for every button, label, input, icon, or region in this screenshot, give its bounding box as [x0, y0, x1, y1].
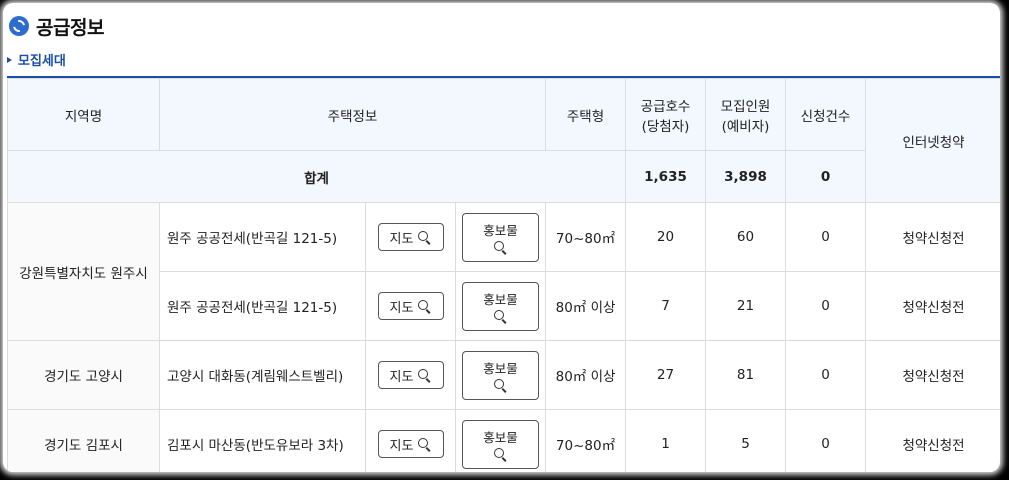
- address-cell: 김포시 마산동(반도유보라 3차): [159, 409, 366, 472]
- promo-button[interactable]: 홍보물: [462, 350, 539, 400]
- map-button-label: 지도: [389, 369, 414, 385]
- col-housing-info: 주택정보: [158, 78, 547, 151]
- sum-recruit: 3,898: [705, 150, 787, 203]
- map-button[interactable]: 지도: [377, 292, 444, 320]
- promo-cell: 홍보물: [454, 409, 547, 472]
- col-applications: 신청건수: [785, 78, 867, 151]
- sum-row: 합계 1,635 3,898 0: [6, 150, 1001, 203]
- map-button[interactable]: 지도: [377, 361, 444, 389]
- table-row: 강원특별자치도 원주시 원주 공공전세(반곡길 121-5) 지도 홍보물 70…: [7, 202, 1000, 341]
- applications-cell: 0: [785, 271, 867, 341]
- applications-cell: 0: [785, 340, 867, 410]
- address-cell: 원주 공공전세(반곡길 121-5): [159, 271, 366, 341]
- promo-button[interactable]: 홍보물: [462, 212, 539, 262]
- map-button[interactable]: 지도: [377, 430, 444, 458]
- page-header: 공급정보: [9, 11, 104, 41]
- map-button-label: 지도: [389, 300, 414, 316]
- table-row: 경기도 고양시 고양시 대화동(계림웨스트벨리) 지도 홍보물 80㎡ 이상 2…: [7, 340, 1000, 410]
- promo-button-label: 홍보물: [483, 360, 518, 376]
- supply-cell: 27: [625, 340, 707, 410]
- col-supply-units: 공급호수 (당첨자): [625, 78, 707, 151]
- type-cell: 70~80㎡: [545, 409, 627, 472]
- sum-supply-units: 1,635: [625, 150, 707, 203]
- promo-button-label: 홍보물: [483, 429, 518, 445]
- apply-status[interactable]: 청약신청전: [865, 271, 1000, 341]
- recruit-cell: 5: [705, 409, 787, 472]
- promo-button-label: 홍보물: [483, 222, 518, 238]
- col-recruit: 모집인원 (예비자): [705, 78, 787, 151]
- table-row: 경기도 김포시 김포시 마산동(반도유보라 3차) 지도 홍보물 70~80㎡ …: [7, 409, 1000, 472]
- col-internet: 인터넷청약: [865, 78, 1000, 203]
- section-label: 모집세대: [18, 54, 66, 69]
- map-button-label: 지도: [389, 438, 414, 454]
- map-cell: 지도: [365, 202, 456, 272]
- type-cell: 80㎡ 이상: [545, 340, 627, 410]
- supply-cell: 7: [625, 271, 707, 341]
- recruit-cell: 21: [705, 271, 787, 341]
- arrow-right-icon: [7, 56, 12, 63]
- apply-status[interactable]: 청약신청전: [865, 409, 1000, 472]
- supply-units-label: 공급호수: [640, 98, 691, 115]
- search-icon: [494, 309, 507, 323]
- page-title: 공급정보: [36, 16, 104, 39]
- search-icon: [494, 378, 507, 392]
- map-button[interactable]: 지도: [377, 223, 444, 251]
- search-icon: [418, 368, 431, 382]
- type-cell: 80㎡ 이상: [545, 271, 627, 341]
- applications-cell: 0: [785, 409, 867, 472]
- map-cell: 지도: [365, 340, 456, 410]
- search-icon: [418, 299, 431, 313]
- apply-status[interactable]: 청약신청전: [865, 202, 1000, 272]
- recruit-cell: 60: [705, 202, 787, 272]
- col-housing-type: 주택형: [545, 78, 627, 151]
- section-heading: 모집세대: [7, 50, 66, 69]
- search-icon: [418, 437, 431, 451]
- supply-units-sub: (당첨자): [641, 118, 690, 135]
- recruit-label: 모집인원: [720, 98, 771, 115]
- address-cell: 고양시 대화동(계림웨스트벨리): [159, 340, 366, 410]
- supply-info-panel: 공급정보 모집세대 지역명 주택정보 주택형 공급호수 (당첨자) 모집인원 (예비…: [3, 3, 1000, 472]
- promo-button[interactable]: 홍보물: [462, 281, 539, 331]
- type-cell: 70~80㎡: [545, 202, 627, 272]
- search-icon: [494, 447, 507, 461]
- applications-cell: 0: [785, 202, 867, 272]
- supply-cell: 20: [625, 202, 707, 272]
- map-cell: 지도: [365, 409, 456, 472]
- promo-cell: 홍보물: [454, 202, 547, 272]
- recruit-cell: 81: [705, 340, 787, 410]
- refresh-circle-icon: [9, 16, 29, 36]
- sum-label: 합계: [6, 150, 627, 203]
- region-cell: 강원특별자치도 원주시: [7, 202, 160, 341]
- apply-status[interactable]: 청약신청전: [865, 340, 1000, 410]
- address-cell: 원주 공공전세(반곡길 121-5): [159, 202, 366, 272]
- map-button-label: 지도: [389, 231, 414, 247]
- supply-table: 지역명 주택정보 주택형 공급호수 (당첨자) 모집인원 (예비자) 신청건수 인터…: [6, 78, 1001, 472]
- region-cell: 경기도 고양시: [7, 340, 160, 410]
- search-icon: [494, 240, 507, 254]
- search-icon: [418, 230, 431, 244]
- promo-button[interactable]: 홍보물: [462, 419, 539, 469]
- header-row: 지역명 주택정보 주택형 공급호수 (당첨자) 모집인원 (예비자) 신청건수 인터…: [7, 78, 1000, 203]
- supply-cell: 1: [625, 409, 707, 472]
- map-cell: 지도: [365, 271, 456, 341]
- region-cell: 경기도 김포시: [7, 409, 160, 472]
- promo-cell: 홍보물: [454, 271, 547, 341]
- promo-cell: 홍보물: [454, 340, 547, 410]
- sum-applications: 0: [785, 150, 867, 203]
- recruit-sub: (예비자): [721, 118, 770, 135]
- col-region: 지역명: [7, 78, 160, 151]
- promo-button-label: 홍보물: [483, 291, 518, 307]
